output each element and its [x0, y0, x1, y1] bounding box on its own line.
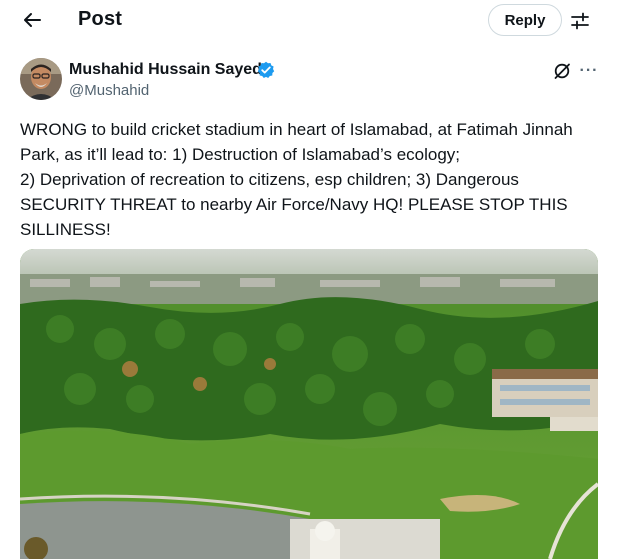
- back-button[interactable]: [18, 6, 46, 34]
- more-icon[interactable]: ···: [578, 60, 600, 82]
- post-header: Post Reply: [0, 0, 640, 42]
- tweet-text: WRONG to build cricket stadium in heart …: [20, 120, 573, 239]
- reply-button[interactable]: Reply: [488, 4, 562, 36]
- author-handle[interactable]: @Mushahid: [69, 82, 149, 99]
- post-image[interactable]: [20, 249, 598, 559]
- grok-icon: [554, 63, 570, 79]
- arrow-left-icon: [24, 13, 41, 27]
- settings-button[interactable]: [566, 7, 594, 35]
- sliders-icon: [571, 12, 589, 30]
- page-title: Post: [78, 8, 123, 30]
- avatar[interactable]: [20, 58, 62, 100]
- author-name[interactable]: Mushahid Hussain Sayed: [69, 61, 262, 79]
- verified-badge-icon: [257, 61, 275, 79]
- grok-button[interactable]: [551, 60, 573, 82]
